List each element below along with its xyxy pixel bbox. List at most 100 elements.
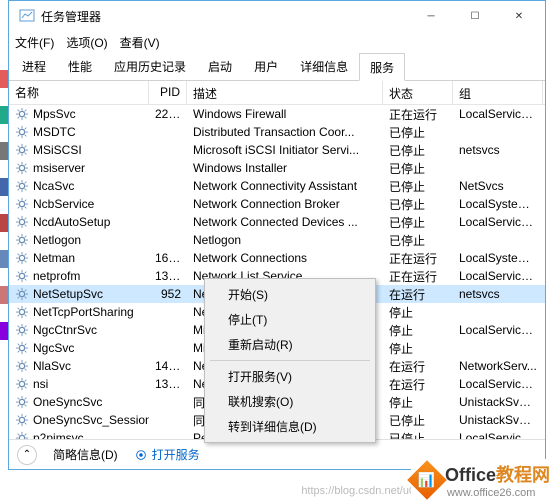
service-name: Netman xyxy=(33,251,75,265)
service-pid: 1432 xyxy=(149,359,187,373)
gear-icon xyxy=(15,377,29,391)
context-item[interactable]: 打开服务(V) xyxy=(208,364,372,389)
fewer-details-button[interactable]: ⌃ xyxy=(17,445,37,465)
col-name[interactable]: 名称 xyxy=(9,81,149,104)
gear-icon xyxy=(15,395,29,409)
service-name: MpsSvc xyxy=(33,107,76,121)
service-desc: Network Connected Devices ... xyxy=(187,215,383,229)
gear-icon xyxy=(15,305,29,319)
service-pid: 1392 xyxy=(149,377,187,391)
service-group: UnistackSvcG... xyxy=(453,395,543,409)
gear-icon xyxy=(15,359,29,373)
title-bar[interactable]: 任务管理器 ─ ☐ ✕ xyxy=(9,1,545,31)
service-status: 已停止 xyxy=(383,196,453,213)
service-desc: Windows Installer xyxy=(187,161,383,175)
col-group[interactable]: 组 xyxy=(453,81,543,104)
gear-icon xyxy=(15,143,29,157)
menu-view[interactable]: 查看(V) xyxy=(120,34,160,51)
service-status: 停止 xyxy=(383,322,453,339)
service-group: netsvcs xyxy=(453,287,543,301)
brand-logo: 📊 Office教程网 www.office26.com xyxy=(411,459,552,501)
service-status: 正在运行 xyxy=(383,268,453,285)
service-row[interactable]: Netman1648Network Connections正在运行LocalSy… xyxy=(9,249,545,267)
service-status: 已停止 xyxy=(383,430,453,440)
service-status: 已停止 xyxy=(383,178,453,195)
service-group: LocalService... xyxy=(453,431,543,439)
brief-label[interactable]: 简略信息(D) xyxy=(53,446,118,463)
open-services-link[interactable]: 打开服务 xyxy=(134,446,200,463)
gear-icon xyxy=(15,125,29,139)
service-group: LocalService... xyxy=(453,377,543,391)
service-row[interactable]: NcbServiceNetwork Connection Broker已停止Lo… xyxy=(9,195,545,213)
col-status[interactable]: 状态 xyxy=(383,81,453,104)
context-item[interactable]: 联机搜索(O) xyxy=(208,389,372,414)
menu-options[interactable]: 选项(O) xyxy=(66,34,107,51)
tab-performance[interactable]: 性能 xyxy=(57,52,103,80)
context-item[interactable]: 开始(S) xyxy=(208,282,372,307)
context-menu: 开始(S)停止(T)重新启动(R) 打开服务(V)联机搜索(O)转到详细信息(D) xyxy=(204,278,376,443)
context-item[interactable]: 停止(T) xyxy=(208,307,372,332)
col-desc[interactable]: 描述 xyxy=(187,81,383,104)
tab-services[interactable]: 服务 xyxy=(359,53,405,81)
service-group: UnistackSvcG... xyxy=(453,413,543,427)
service-name: NcdAutoSetup xyxy=(33,215,110,229)
close-button[interactable]: ✕ xyxy=(497,2,541,30)
service-group: LocalSystem... xyxy=(453,251,543,265)
tab-startup[interactable]: 启动 xyxy=(197,52,243,80)
service-group: LocalService... xyxy=(453,107,543,121)
service-desc: Netlogon xyxy=(187,233,383,247)
service-name: OneSyncSvc_Session1 xyxy=(33,413,149,427)
service-desc: Network Connectivity Assistant xyxy=(187,179,383,193)
gear-icon xyxy=(15,161,29,175)
service-name: NlaSvc xyxy=(33,359,71,373)
service-status: 已停止 xyxy=(383,232,453,249)
service-group: LocalService... xyxy=(453,323,543,337)
gear-icon xyxy=(15,413,29,427)
col-pid[interactable]: PID xyxy=(149,81,187,104)
service-desc: Microsoft iSCSI Initiator Servi... xyxy=(187,143,383,157)
gear-icon xyxy=(15,179,29,193)
service-group: NetSvcs xyxy=(453,179,543,193)
service-status: 停止 xyxy=(383,340,453,357)
service-row[interactable]: MpsSvc2272Windows Firewall正在运行LocalServi… xyxy=(9,105,545,123)
grid-header[interactable]: 名称 PID 描述 状态 组 xyxy=(9,81,545,105)
services-icon xyxy=(134,448,148,462)
service-group: LocalService... xyxy=(453,215,543,229)
tab-details[interactable]: 详细信息 xyxy=(289,52,359,80)
service-name: NgcSvc xyxy=(33,341,74,355)
gear-icon xyxy=(15,431,29,439)
service-status: 已停止 xyxy=(383,160,453,177)
service-row[interactable]: MSiSCSI Microsoft iSCSI Initiator Servi..… xyxy=(9,141,545,159)
service-name: OneSyncSvc xyxy=(33,395,102,409)
service-name: NcbService xyxy=(33,197,94,211)
service-pid: 952 xyxy=(149,287,187,301)
service-status: 正在运行 xyxy=(383,250,453,267)
tab-apphistory[interactable]: 应用历史记录 xyxy=(103,52,197,80)
maximize-button[interactable]: ☐ xyxy=(453,2,497,30)
menu-bar: 文件(F) 选项(O) 查看(V) xyxy=(9,31,545,53)
gear-icon xyxy=(15,107,29,121)
service-name: MSiSCSI xyxy=(33,143,82,157)
service-row[interactable]: MSDTCDistributed Transaction Coor...已停止 xyxy=(9,123,545,141)
service-name: msiserver xyxy=(33,161,85,175)
context-item[interactable]: 重新启动(R) xyxy=(208,332,372,357)
service-row[interactable]: NcdAutoSetup Network Connected Devices ..… xyxy=(9,213,545,231)
service-row[interactable]: NcaSvcNetwork Connectivity Assistant已停止N… xyxy=(9,177,545,195)
tab-users[interactable]: 用户 xyxy=(243,52,289,80)
service-group: netsvcs xyxy=(453,143,543,157)
service-status: 已停止 xyxy=(383,214,453,231)
service-row[interactable]: NetlogonNetlogon已停止 xyxy=(9,231,545,249)
tab-strip: 进程 性能 应用历史记录 启动 用户 详细信息 服务 xyxy=(9,53,545,81)
service-pid: 2272 xyxy=(149,107,187,121)
service-desc: Network Connection Broker xyxy=(187,197,383,211)
minimize-button[interactable]: ─ xyxy=(409,2,453,30)
tab-processes[interactable]: 进程 xyxy=(11,52,57,80)
service-row[interactable]: msiserver Windows Installer已停止 xyxy=(9,159,545,177)
gear-icon xyxy=(15,269,29,283)
service-pid: 1392 xyxy=(149,269,187,283)
gear-icon xyxy=(15,287,29,301)
menu-file[interactable]: 文件(F) xyxy=(15,34,54,51)
service-name: NetSetupSvc xyxy=(33,287,103,301)
context-item[interactable]: 转到详细信息(D) xyxy=(208,414,372,439)
service-status: 停止 xyxy=(383,394,453,411)
